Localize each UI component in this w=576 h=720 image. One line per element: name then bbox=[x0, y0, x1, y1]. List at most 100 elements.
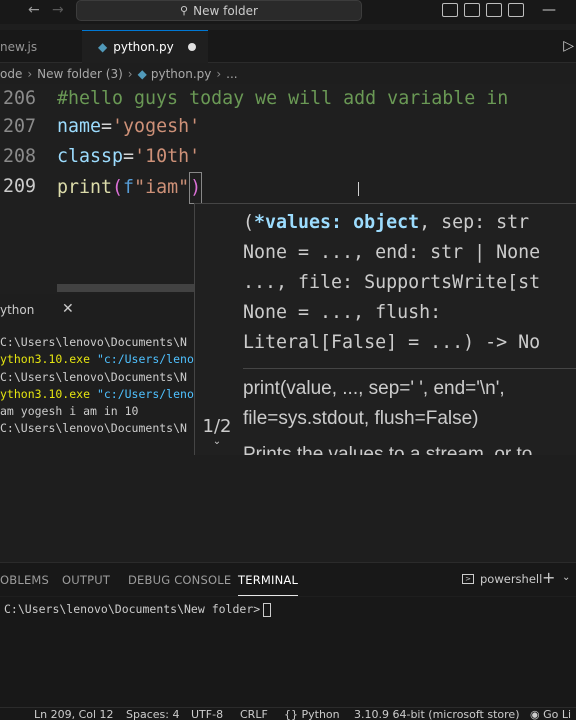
shell-label: powershell bbox=[480, 572, 543, 586]
breadcrumb-item[interactable]: ... bbox=[226, 67, 237, 81]
command-center-label: New folder bbox=[193, 3, 258, 18]
tab-problems[interactable]: OBLEMS bbox=[0, 573, 49, 587]
broadcast-icon: ◉ bbox=[530, 708, 544, 720]
code-line[interactable]: #hello guys today we will add variable i… bbox=[57, 84, 508, 114]
breadcrumb-item[interactable]: ode bbox=[0, 67, 22, 81]
horizontal-scrollbar[interactable] bbox=[57, 284, 195, 292]
minimize-icon[interactable]: — bbox=[542, 2, 556, 18]
output-line: C:\Users\lenovo\Documents\N bbox=[0, 369, 196, 386]
search-icon: ⚲ bbox=[180, 4, 189, 17]
code-line[interactable]: name='yogesh' bbox=[57, 112, 200, 142]
output-text: ython3.10.exe bbox=[0, 352, 91, 366]
arrow-left-icon[interactable]: ← bbox=[28, 2, 40, 18]
toggle-panel-icon[interactable] bbox=[464, 3, 480, 17]
divider bbox=[243, 368, 576, 369]
signature-text: ( bbox=[243, 212, 255, 233]
output-text: C:\Users\lenovo\Documents\N bbox=[0, 335, 187, 349]
doc-line: file=sys.stdout, flush=False) bbox=[243, 408, 479, 429]
tab-python-py[interactable]: ◆ python.py bbox=[82, 30, 208, 63]
token-operator: = bbox=[123, 146, 135, 167]
terminal-shell-selector[interactable]: > powershell bbox=[462, 572, 542, 586]
output-text: "c:/Users/leno bbox=[90, 387, 194, 401]
signature-line: None = ..., flush: bbox=[243, 302, 442, 323]
tab-debug-console[interactable]: DEBUG CONSOLE bbox=[128, 573, 231, 587]
arrow-right-icon[interactable]: → bbox=[52, 2, 64, 18]
code-line[interactable]: print(f"iam") bbox=[57, 172, 203, 204]
signature-pager[interactable]: 1/2 ⌄ bbox=[197, 416, 237, 447]
output-line: am yogesh i am in 10 bbox=[0, 403, 196, 420]
tab-new-js[interactable]: new.js bbox=[0, 30, 80, 63]
token-string: 'yogesh' bbox=[112, 116, 201, 137]
go-live-button[interactable]: ◉ Go Li bbox=[530, 708, 571, 720]
language-mode[interactable]: {} Python bbox=[284, 708, 340, 720]
doc-line: print(value, ..., sep=' ', end='\n', bbox=[243, 378, 505, 399]
panel-tab-bar: OBLEMS OUTPUT DEBUG CONSOLE TERMINAL > p… bbox=[0, 562, 576, 596]
signature-text: , sep: str bbox=[419, 212, 530, 233]
run-icon[interactable]: ▷ bbox=[563, 38, 574, 54]
token-operator: = bbox=[101, 116, 113, 137]
output-text: am yogesh i am in 10 bbox=[0, 404, 139, 418]
mouse-ibeam-icon bbox=[358, 182, 359, 196]
line-number: 208 bbox=[2, 146, 36, 167]
customize-layout-icon[interactable] bbox=[508, 3, 524, 17]
plus-icon[interactable]: + bbox=[542, 568, 555, 587]
python-file-icon: ◆ bbox=[137, 67, 147, 81]
title-bar: ← → ⚲ New folder — bbox=[0, 0, 576, 24]
breadcrumb-item[interactable]: python.py bbox=[151, 67, 212, 81]
terminal-prompt: C:\Users\lenovo\Documents\New folder> bbox=[4, 602, 272, 617]
token-function: print bbox=[57, 177, 113, 198]
output-line: C:\Users\lenovo\Documents\N bbox=[0, 420, 196, 437]
signature-help-popup[interactable]: (*values: object, sep: str None = ..., e… bbox=[194, 203, 576, 455]
close-icon[interactable]: ✕ bbox=[62, 301, 74, 317]
output-text: C:\Users\lenovo\Documents\N bbox=[0, 421, 187, 435]
unsaved-dot-icon[interactable] bbox=[187, 43, 196, 51]
token-paren: ( bbox=[112, 177, 124, 198]
code-line[interactable]: classp='10th' bbox=[57, 142, 200, 172]
line-number: 209 bbox=[2, 176, 36, 197]
go-live-label: Go Li bbox=[543, 708, 572, 720]
signature-line: ..., file: SupportsWrite[st bbox=[243, 272, 541, 293]
encoding[interactable]: UTF-8 bbox=[191, 708, 223, 720]
chevron-down-icon[interactable]: ⌄ bbox=[562, 572, 570, 583]
prompt-text: C:\Users\lenovo\Documents\New folder> bbox=[4, 602, 261, 616]
pager-text: 1/2 bbox=[202, 416, 232, 437]
tab-output[interactable]: OUTPUT bbox=[62, 573, 110, 587]
output-line: C:\Users\lenovo\Documents\N bbox=[0, 334, 196, 351]
breadcrumb: ode › New folder (3) › ◆ python.py › ... bbox=[0, 66, 238, 82]
token-variable: name bbox=[57, 116, 102, 137]
output-text: C:\Users\lenovo\Documents\N bbox=[0, 370, 187, 384]
output-pane-title: ython bbox=[0, 303, 35, 317]
chevron-down-icon[interactable]: ⌄ bbox=[197, 437, 237, 447]
indentation[interactable]: Spaces: 4 bbox=[126, 708, 179, 720]
toggle-secondary-sidebar-icon[interactable] bbox=[486, 3, 502, 17]
breadcrumb-item[interactable]: New folder (3) bbox=[37, 67, 123, 81]
braces-icon: {} bbox=[284, 708, 302, 720]
output-line: ython3.10.exe "c:/Users/leno bbox=[0, 386, 196, 403]
python-interpreter[interactable]: 3.10.9 64-bit (microsoft store) bbox=[354, 708, 519, 720]
command-center-search[interactable]: ⚲ New folder bbox=[76, 0, 362, 21]
signature-line: (*values: object, sep: str bbox=[243, 208, 529, 238]
terminal-cursor bbox=[263, 602, 272, 617]
layout-controls bbox=[442, 3, 524, 17]
signature-line: Literal[False] = ...) -> No bbox=[243, 332, 541, 353]
language-label: Python bbox=[301, 708, 340, 720]
terminal-icon: > bbox=[462, 574, 474, 584]
token-variable: classp bbox=[57, 146, 124, 167]
python-file-icon: ◆ bbox=[98, 40, 108, 54]
chevron-right-icon: › bbox=[27, 67, 33, 81]
toggle-primary-sidebar-icon[interactable] bbox=[442, 3, 458, 17]
active-parameter: *values: object bbox=[254, 212, 420, 233]
doc-line: Prints the values to a stream, or to bbox=[243, 444, 533, 455]
output-text: ython3.10.exe bbox=[0, 387, 91, 401]
line-number: 206 bbox=[2, 88, 36, 109]
tab-terminal[interactable]: TERMINAL bbox=[238, 573, 299, 596]
terminal[interactable]: C:\Users\lenovo\Documents\New folder> bbox=[0, 597, 576, 707]
token-string: "iam" bbox=[134, 177, 190, 198]
end-of-line[interactable]: CRLF bbox=[240, 708, 268, 720]
line-number: 207 bbox=[2, 116, 36, 137]
signature-line: None = ..., end: str | None bbox=[243, 242, 541, 263]
output-text: "c:/Users/leno bbox=[90, 352, 194, 366]
cursor-position[interactable]: Ln 209, Col 12 bbox=[34, 708, 114, 720]
tab-label: new.js bbox=[0, 39, 38, 54]
chevron-right-icon: › bbox=[127, 67, 133, 81]
